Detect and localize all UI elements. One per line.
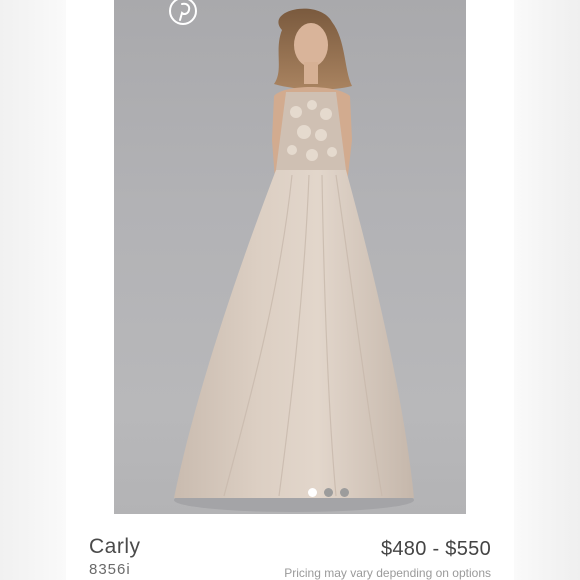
dress-illustration — [174, 8, 414, 512]
product-name: Carly — [89, 535, 141, 558]
product-sku: 8356i — [89, 561, 131, 578]
gallery-dot[interactable] — [340, 488, 349, 497]
pinterest-share-button[interactable] — [166, 0, 200, 28]
left-background — [0, 0, 66, 580]
price-note: Pricing may vary depending on options — [284, 566, 491, 580]
product-image[interactable] — [114, 0, 466, 514]
product-price: $480 - $550 — [380, 538, 491, 560]
product-card: Carly 8356i $480 - $550 Pricing may vary… — [66, 0, 514, 580]
right-background — [514, 0, 580, 580]
gallery-pagination — [308, 488, 349, 497]
gallery-dot[interactable] — [308, 488, 317, 497]
gallery-dot[interactable] — [324, 488, 333, 497]
pinterest-icon — [169, 0, 197, 25]
